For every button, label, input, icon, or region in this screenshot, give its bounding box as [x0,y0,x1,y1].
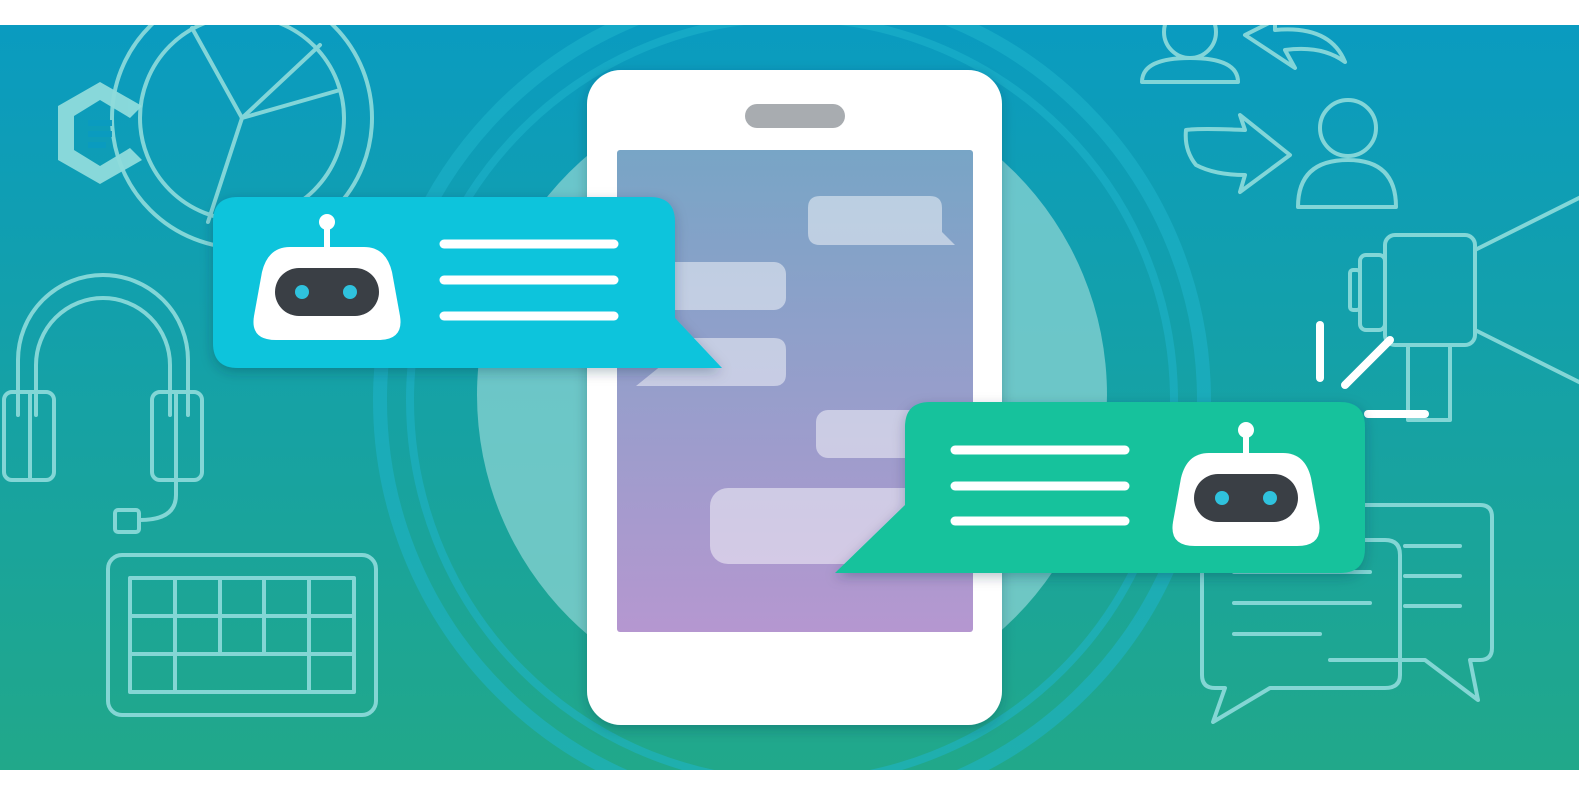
phone-speaker [745,104,845,128]
chatbot-illustration [0,0,1579,800]
phone-message-bubble [808,196,955,245]
smartphone-icon [587,70,1002,725]
